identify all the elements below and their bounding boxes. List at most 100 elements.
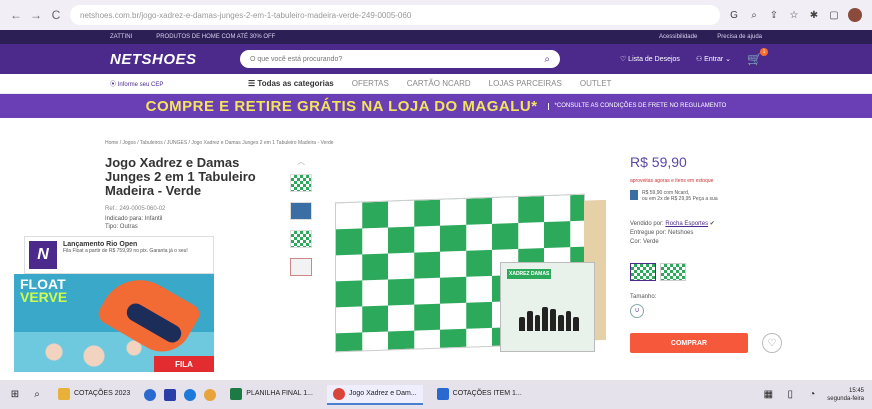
- address-bar[interactable]: netshoes.com.br/jogo-xadrez-e-damas-jung…: [70, 5, 720, 25]
- thumbnail-gallery: ︿: [288, 156, 314, 276]
- all-categories-label: Todas as categorias: [257, 79, 334, 88]
- chrome-icon: [332, 387, 345, 400]
- seller-label: Vendido por:: [630, 221, 664, 227]
- nav-lojas-parceiras[interactable]: LOJAS PARCEIRAS: [489, 79, 562, 88]
- search-input[interactable]: O que você está procurando? ⌕: [240, 50, 560, 68]
- network-icon[interactable]: ▦: [761, 388, 775, 402]
- taskbar-app-cotacoes[interactable]: COTAÇÕES 2023: [52, 385, 136, 405]
- thumbnail-4[interactable]: [290, 258, 312, 276]
- chess-pieces-image: [519, 301, 579, 331]
- thumbnail-3[interactable]: [290, 230, 312, 248]
- folder-icon: [58, 387, 70, 400]
- help-link[interactable]: Precisa de ajuda: [717, 34, 762, 40]
- chrome-blue-icon[interactable]: [184, 388, 197, 401]
- cart-badge: 1: [760, 48, 768, 56]
- clock-day: segunda-feira: [827, 395, 864, 402]
- netshoes-n-logo: N: [29, 241, 57, 269]
- product-ref: Ref.: 249-0005-060-02: [105, 206, 166, 212]
- taskbar-app-planilha[interactable]: PLANILHA FINAL 1...: [224, 385, 319, 405]
- fila-ad-banner[interactable]: FLOAT VERVE FILA: [14, 274, 214, 372]
- all-categories-menu[interactable]: ☰ Todas as categorias: [248, 79, 334, 88]
- promo-text[interactable]: PRODUTOS DE HOME COM ATÉ 30% OFF: [156, 34, 275, 40]
- ad-line-2: VERVE: [20, 289, 68, 305]
- accessibility-link[interactable]: Acessibilidade: [659, 34, 697, 40]
- banner-note: *CONSULTE AS CONDIÇÕES DE FRETE NO REGUL…: [547, 102, 726, 110]
- color-options: [630, 263, 686, 281]
- word-icon: [436, 387, 449, 400]
- size-label: Tamanho:: [630, 294, 657, 300]
- notification-title: Lançamento Rio Open: [63, 241, 138, 248]
- color-label: Cor: Verde: [630, 239, 659, 245]
- cart-icon[interactable]: 🛒 1: [747, 48, 768, 66]
- nav-outlet[interactable]: OUTLET: [580, 79, 612, 88]
- breadcrumb[interactable]: Home / Jogos / Tabuleiros / JUNGES / Jog…: [105, 140, 334, 146]
- login-link[interactable]: ⚇ Entrar ⌄: [696, 55, 731, 63]
- search-icon[interactable]: ⌕: [544, 54, 550, 65]
- edge-icon[interactable]: [144, 388, 157, 401]
- reload-icon[interactable]: C: [50, 8, 62, 22]
- forward-icon[interactable]: →: [30, 8, 42, 22]
- clock[interactable]: 15:45 segunda-feira: [827, 387, 864, 403]
- buy-button[interactable]: COMPRAR: [630, 333, 748, 353]
- thumbnail-1[interactable]: [290, 174, 312, 192]
- search-placeholder: O que você está procurando?: [250, 55, 343, 63]
- nav-ncard[interactable]: CARTÃO NCARD: [407, 79, 471, 88]
- delivery-info: Entregue por: Netshoes: [630, 230, 694, 236]
- seller-link[interactable]: Rocha Esportes: [665, 221, 708, 227]
- color-swatch-verde[interactable]: [630, 263, 656, 281]
- taskbar-app-cotacoes-item[interactable]: COTAÇÕES ITEM 1...: [431, 385, 528, 405]
- notification-popup[interactable]: N Lançamento Rio Open Fila Float a parti…: [24, 236, 214, 274]
- taskbar-app-cotacoes-label: COTAÇÕES 2023: [74, 390, 131, 397]
- color-swatch-2[interactable]: [660, 263, 686, 281]
- wishlist-label: Lista de Desejos: [628, 56, 680, 63]
- banner-title: COMPRE E RETIRE GRÁTIS NA LOJA DO MAGALU…: [145, 97, 538, 115]
- verified-icon: ✔: [709, 221, 715, 227]
- start-icon[interactable]: ⊞: [8, 388, 22, 402]
- price-note: aproveitas agoras e itens em estoque: [630, 178, 714, 184]
- netshoes-logo[interactable]: NETSHOES: [110, 51, 220, 68]
- payment-line-2[interactable]: ou em 2x de R$ 29,95 Peça a sua: [642, 196, 718, 202]
- chevron-up-icon[interactable]: ︿: [297, 156, 305, 166]
- taskbar-app-browser[interactable]: Jogo Xadrez e Dam...: [326, 384, 423, 405]
- thumbnail-2[interactable]: [290, 202, 312, 220]
- volume-icon[interactable]: ◔: [805, 388, 819, 402]
- window-icon[interactable]: ▢: [828, 9, 840, 21]
- back-icon[interactable]: ←: [10, 8, 22, 22]
- star-icon[interactable]: ☆: [788, 9, 800, 21]
- battery-icon[interactable]: ▯: [783, 388, 797, 402]
- seller-info: Vendido por: Rocha Esportes ✔ Entregue p…: [630, 220, 715, 247]
- profile-avatar[interactable]: [848, 8, 862, 22]
- search-icon[interactable]: ⌕: [30, 388, 44, 402]
- browser-toolbar: ← → C netshoes.com.br/jogo-xadrez-e-dama…: [0, 0, 872, 30]
- google-icon[interactable]: G: [728, 9, 740, 21]
- taskbar-app-browser-label: Jogo Xadrez e Dam...: [348, 390, 417, 397]
- taskbar: ⊞ ⌕ COTAÇÕES 2023 PLANILHA FINAL 1... Jo…: [0, 380, 872, 409]
- top-strip: ZATTINI PRODUTOS DE HOME COM ATÉ 30% OFF…: [0, 30, 872, 44]
- product-box-image: XADREZ DAMAS: [500, 262, 595, 352]
- share-icon[interactable]: ⇪: [768, 9, 780, 21]
- url-text: netshoes.com.br/jogo-xadrez-e-damas-jung…: [80, 10, 412, 20]
- firefox-icon[interactable]: [204, 388, 217, 401]
- zattini-link[interactable]: ZATTINI: [110, 34, 132, 40]
- fila-logo: FILA: [154, 356, 214, 372]
- heart-icon[interactable]: ♡: [762, 333, 782, 353]
- wishlist-link[interactable]: ♡ Lista de Desejos: [620, 55, 680, 63]
- location-label: Informe seu CEP: [117, 82, 164, 88]
- product-title: Jogo Xadrez e Damas Junges 2 em 1 Tabule…: [105, 155, 256, 198]
- promo-banner[interactable]: COMPRE E RETIRE GRÁTIS NA LOJA DO MAGALU…: [0, 94, 872, 118]
- taskbar-app-planilha-label: PLANILHA FINAL 1...: [246, 390, 313, 397]
- excel-icon: [230, 387, 243, 400]
- login-label: Entrar: [704, 56, 724, 63]
- nav-ofertas[interactable]: OFERTAS: [352, 79, 389, 88]
- product-price: R$ 59,90: [630, 154, 687, 170]
- product-tag-indicado: Indicado para: Infantil: [105, 216, 163, 222]
- location-link[interactable]: ⦿ Informe seu CEP: [110, 79, 230, 88]
- zoom-icon[interactable]: ⌕: [748, 9, 760, 21]
- clock-time: 15:45: [848, 387, 864, 394]
- size-option-u[interactable]: U: [630, 304, 644, 318]
- payment-info: R$ 59,90 com Ncard, ou em 2x de R$ 29,95…: [630, 190, 718, 202]
- extensions-icon[interactable]: ✱: [808, 9, 820, 21]
- store-icon[interactable]: [164, 388, 177, 401]
- card-icon: [630, 190, 638, 200]
- taskbar-app-cotacoes-item-label: COTAÇÕES ITEM 1...: [452, 390, 522, 397]
